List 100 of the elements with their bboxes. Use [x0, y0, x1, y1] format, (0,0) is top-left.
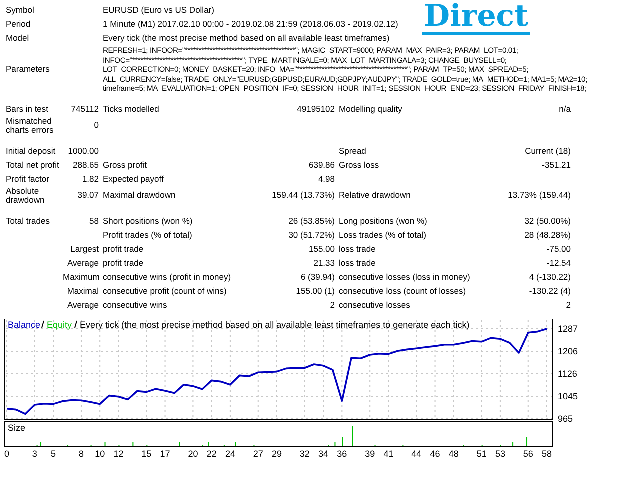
stat-value: 745112 [70, 104, 99, 114]
logo: Direct [422, 2, 530, 35]
legend-equity: Equity [47, 320, 72, 330]
stat-label: Initial deposit [6, 146, 57, 156]
info-label: Symbol [6, 6, 36, 16]
chart-title: Every tick (the most precise method based on all available least timeframes to generate each tick) [80, 320, 470, 330]
x-tick-label: 3 [32, 448, 38, 458]
stat-value: 159.44 (13.73%) [271, 191, 335, 201]
stat-value: 4.98 [317, 174, 335, 184]
stat-value: 1000.00 [67, 146, 99, 156]
stat-label: consecutive loss (count of losses) [338, 286, 468, 296]
y-tick-label: 1206 [558, 346, 578, 356]
x-tick-label: 34 [318, 448, 329, 458]
y-tick-label: 965 [558, 414, 574, 424]
stat-label: Maximal drawdown [102, 191, 177, 201]
stat-value: Maximal [66, 286, 99, 296]
stat-label: Total trades [6, 216, 51, 226]
stat-value: 58 [88, 216, 99, 226]
stat-value: -12.54 [546, 258, 571, 268]
stat-value: -130.22 (4) [528, 286, 571, 296]
y-tick-label: 1045 [558, 391, 578, 402]
x-tick-label: 0 [4, 448, 10, 458]
size-label: Size [8, 422, 26, 432]
stat-value: -75.00 [546, 244, 571, 254]
info-value: Every tick (the most precise method based on all available least timeframes) [102, 34, 391, 44]
stat-value: 2 [329, 300, 335, 310]
x-tick-label: 12 [114, 448, 124, 458]
stat-label: Gross profit [102, 160, 148, 170]
x-tick-label: 29 [272, 448, 282, 458]
stat-value: 1.82 [81, 174, 99, 184]
y-tick-label: 1287 [558, 324, 578, 334]
x-tick-label: 15 [142, 448, 152, 458]
stat-label: Mismatched charts errors [6, 116, 55, 136]
info-label: Parameters [6, 65, 51, 74]
x-tick-label: 20 [188, 448, 198, 458]
stat-label: Loss trades (% of total) [338, 230, 428, 240]
x-tick-label: 36 [337, 448, 348, 458]
x-tick-label: 51 [476, 448, 487, 458]
x-tick-label: 58 [542, 448, 552, 458]
stat-label: loss trade [338, 258, 377, 268]
info-label: Period [6, 20, 32, 30]
stat-value: n/a [558, 104, 571, 114]
info-value: 1 Minute (M1) 2017.02.10 00:00 - 2019.02.08 21:59 (2018.06.03 - 2019.02.12) [102, 20, 400, 30]
stat-label: Total net profit [6, 160, 60, 170]
stat-label: Absolute drawdown [6, 186, 46, 206]
stat-value: 0 [93, 121, 99, 131]
stat-value: Maximum [63, 272, 99, 282]
x-tick-label: 5 [51, 448, 56, 458]
stat-value: 4 (-130.22) [528, 272, 571, 282]
stat-label: Expected payoff [102, 174, 165, 184]
x-tick-label: 10 [95, 448, 106, 458]
x-tick-label: 27 [253, 448, 264, 458]
stat-label: consecutive wins [102, 300, 168, 310]
x-tick-label: 22 [206, 448, 217, 458]
stat-value: Largest [70, 244, 99, 254]
stat-value: 6 (39.94) [300, 272, 335, 282]
stat-label: consecutive losses (loss in money) [338, 272, 472, 282]
stat-label: Ticks modelled [102, 104, 160, 114]
stat-value: 28 (48.28%) [524, 230, 571, 240]
legend-balance: Balance [8, 320, 41, 330]
stat-value: Average [66, 300, 99, 310]
stat-label: Profit factor [6, 174, 50, 184]
stat-value: 39.07 [76, 191, 99, 201]
stat-label: consecutive losses [338, 300, 412, 310]
x-tick-label: 41 [384, 448, 394, 458]
stat-label: profit trade [102, 258, 145, 268]
info-label: Model [6, 34, 30, 44]
x-tick-label: 48 [448, 448, 459, 458]
stat-value: 288.65 [72, 160, 99, 170]
stat-value: 13.73% (159.44) [507, 191, 571, 201]
x-tick-label: 17 [160, 448, 170, 458]
stat-label: Long positions (won %) [338, 216, 428, 226]
stat-label: Short positions (won %) [102, 216, 194, 226]
stat-label: Spread [338, 146, 368, 156]
x-tick-label: 39 [365, 448, 376, 458]
stat-value: 21.33 [312, 258, 335, 268]
stat-value: 155.00 (1) [295, 286, 335, 296]
x-tick-label: 46 [430, 448, 440, 458]
x-tick-label: 24 [225, 448, 236, 458]
x-tick-label: 44 [412, 448, 422, 458]
stat-label: Bars in test [6, 104, 50, 114]
stat-value: 32 (50.00%) [524, 216, 571, 226]
stat-value: 49195102 [296, 104, 335, 114]
stat-value: -351.21 [541, 160, 571, 170]
stat-label: Gross loss [338, 160, 380, 170]
stat-label: Relative drawdown [338, 191, 412, 201]
stat-value: Average [66, 258, 99, 268]
x-tick-label: 56 [523, 448, 534, 458]
stat-value: 2 [565, 300, 571, 310]
x-tick-label: 8 [78, 448, 84, 458]
stat-label: Profit trades (% of total) [102, 230, 194, 240]
stat-label: profit trade [102, 244, 145, 254]
stat-label: consecutive profit (count of wins) [102, 286, 228, 296]
stat-value: 639.86 [308, 160, 335, 170]
x-tick-label: 53 [495, 448, 506, 458]
stat-value: 30 (51.72%) [288, 230, 335, 240]
stat-value: Current (18) [524, 146, 571, 156]
stat-value: 155.00 [308, 244, 335, 254]
y-tick-label: 1126 [558, 368, 578, 378]
info-value: EURUSD (Euro vs US Dollar) [102, 6, 216, 16]
